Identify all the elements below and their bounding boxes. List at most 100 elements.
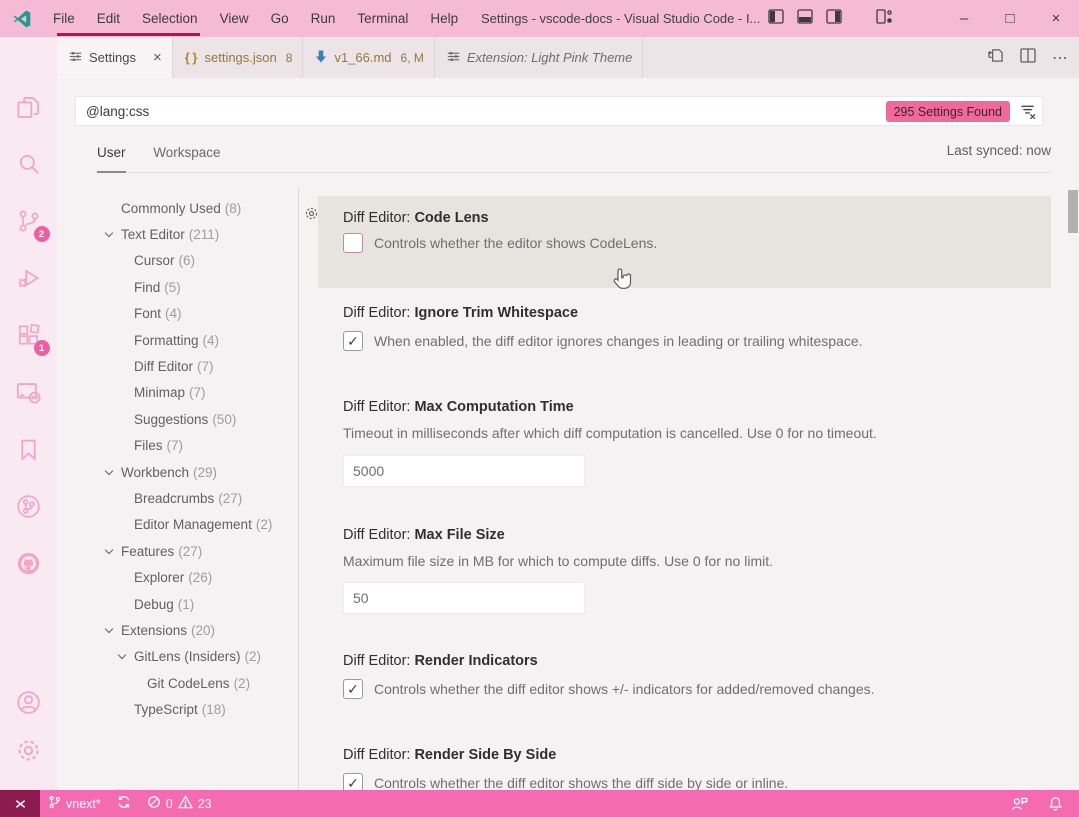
gitlens-activity-item[interactable] <box>9 486 49 526</box>
last-synced-label: Last synced: now <box>946 143 1051 158</box>
setting-description: Maximum file size in MB for which to com… <box>343 553 773 569</box>
setting-description: Controls whether the editor shows CodeLe… <box>374 235 658 251</box>
menu-go[interactable]: Go <box>260 0 300 37</box>
more-actions-icon[interactable]: ⋯ <box>1052 48 1069 68</box>
remote-indicator[interactable] <box>0 790 40 817</box>
activity-bar: 21 <box>0 37 57 790</box>
settings-tune-icon <box>69 50 82 66</box>
input-max-file-size[interactable] <box>343 582 585 614</box>
settings-search-input[interactable]: @lang:css 295 Settings Found <box>75 96 1043 126</box>
tab-bar: Settings × { } settings.json 8 v1_66.md 6, M Ex… <box>57 37 1079 78</box>
json-braces-icon: { } <box>184 50 198 65</box>
toggle-secondary-sidebar-icon[interactable] <box>826 8 842 29</box>
titlebar: File Edit Selection View Go Run Terminal Help S… <box>0 0 1079 37</box>
status-bar: vnext* 0 23 <box>0 790 1079 817</box>
tab-label: Extension: Light Pink Theme <box>466 50 633 65</box>
toggle-panel-icon[interactable] <box>797 8 813 29</box>
tab-extension-light-pink-theme[interactable]: Extension: Light Pink Theme <box>435 37 644 78</box>
remote-explorer-icon <box>15 379 42 406</box>
tab-close-icon[interactable]: × <box>153 49 162 66</box>
markdown-download-icon <box>315 49 327 66</box>
sync-status-item[interactable] <box>109 790 139 817</box>
customize-layout-icon[interactable] <box>876 8 893 29</box>
setting-description: When enabled, the diff editor ignores ch… <box>374 333 863 349</box>
checkbox-code-lens[interactable] <box>343 233 363 253</box>
menu-view[interactable]: View <box>209 0 260 37</box>
setting-gear-icon[interactable] <box>304 206 319 226</box>
branch-name: vnext* <box>66 796 101 811</box>
search-query-text: @lang:css <box>86 103 150 119</box>
tab-v1-66-md[interactable]: v1_66.md 6, M <box>303 37 435 78</box>
vscode-logo-icon <box>12 9 32 29</box>
remote-explorer-activity-item[interactable] <box>9 372 49 412</box>
problems-status-item[interactable]: 0 23 <box>139 790 220 817</box>
checkbox-ignore-trim-whitespace[interactable]: ✓ <box>343 331 363 351</box>
window-controls: – □ × <box>941 0 1079 37</box>
toggle-primary-sidebar-icon[interactable] <box>768 8 784 29</box>
tab-settings[interactable]: Settings × <box>57 37 173 78</box>
github-activity-item[interactable] <box>9 543 49 583</box>
bookmarks-activity-item[interactable] <box>9 429 49 469</box>
setting-description: Timeout in milliseconds after which diff… <box>343 425 877 441</box>
editor-group: Settings × { } settings.json 8 v1_66.md 6, M Ex… <box>57 37 1079 793</box>
menu-edit[interactable]: Edit <box>86 0 131 37</box>
run-debug-activity-item[interactable] <box>9 258 49 298</box>
settings-tune-icon <box>447 50 460 66</box>
tab-problems-badge: 6, M <box>400 50 424 65</box>
input-max-computation-time[interactable] <box>343 455 585 487</box>
setting-title-code-lens: Diff Editor: Code Lens <box>343 210 489 226</box>
activity-badge: 1 <box>33 340 50 356</box>
accounts-icon <box>15 689 42 716</box>
tab-workspace[interactable]: Workspace <box>153 140 220 173</box>
active-tab-top-border <box>57 33 200 36</box>
setting-title-max-computation-time: Diff Editor: Max Computation Time <box>343 399 574 415</box>
menu-selection[interactable]: Selection <box>131 0 209 37</box>
checkbox-render-indicators[interactable]: ✓ <box>343 679 363 699</box>
window-title: Settings - vscode-docs - Visual Studio C… <box>481 11 761 26</box>
settings-count-badge: 295 Settings Found <box>885 101 1010 122</box>
manage-gear-activity-item[interactable] <box>9 730 49 770</box>
menu-terminal[interactable]: Terminal <box>346 0 419 37</box>
sync-icon <box>117 795 131 812</box>
manage-gear-icon <box>15 737 42 764</box>
menu-run[interactable]: Run <box>300 0 347 37</box>
tab-label: v1_66.md <box>334 50 392 65</box>
vscode-window: File Edit Selection View Go Run Terminal Help S… <box>0 0 1079 817</box>
setting-title-render-side-by-side: Diff Editor: Render Side By Side <box>343 747 557 763</box>
split-editor-icon[interactable] <box>1020 47 1036 68</box>
scrollbar-thumb[interactable] <box>1068 190 1078 233</box>
close-button[interactable]: × <box>1033 0 1079 37</box>
tab-user[interactable]: User <box>97 140 126 173</box>
notifications-bell-icon[interactable] <box>1040 796 1071 811</box>
errors-count: 0 <box>165 796 173 811</box>
bookmarks-icon <box>16 437 41 462</box>
activity-badge: 2 <box>33 226 50 242</box>
clear-filters-icon[interactable] <box>1020 104 1036 122</box>
settings-list: Diff Editor: Code Lens Controls whether t… <box>57 182 1079 793</box>
editor-actions: ⋯ <box>987 37 1069 78</box>
status-bar-right <box>1003 796 1079 811</box>
extensions-activity-item[interactable]: 1 <box>9 315 50 356</box>
open-changes-icon[interactable] <box>987 47 1004 69</box>
tab-label: settings.json <box>204 50 277 65</box>
maximize-button[interactable]: □ <box>987 0 1033 37</box>
branch-status-item[interactable]: vnext* <box>40 790 109 817</box>
scope-tabs: User Workspace Last synced: now <box>97 140 1051 173</box>
source-control-activity-item[interactable]: 2 <box>9 201 50 242</box>
tab-label: Settings <box>89 50 136 65</box>
setting-description: Controls whether the diff editor shows +… <box>374 681 875 697</box>
search-row: @lang:css 295 Settings Found <box>75 96 1043 126</box>
feedback-status-item[interactable] <box>1003 796 1036 811</box>
tab-settings-json[interactable]: { } settings.json 8 <box>173 37 304 78</box>
tab-problems-badge: 8 <box>285 50 293 65</box>
search-activity-item[interactable] <box>9 144 49 184</box>
explorer-activity-item[interactable] <box>9 87 49 127</box>
setting-title-ignore-trim-whitespace: Diff Editor: Ignore Trim Whitespace <box>343 305 579 321</box>
accounts-activity-item[interactable] <box>9 682 49 722</box>
menu-help[interactable]: Help <box>419 0 469 37</box>
search-icon <box>16 151 42 177</box>
menu-file[interactable]: File <box>42 0 86 37</box>
settings-body: Commonly Used (8) Text Editor (211) Cursor (6… <box>57 182 1079 793</box>
errors-icon <box>147 795 161 812</box>
minimize-button[interactable]: – <box>941 0 987 37</box>
